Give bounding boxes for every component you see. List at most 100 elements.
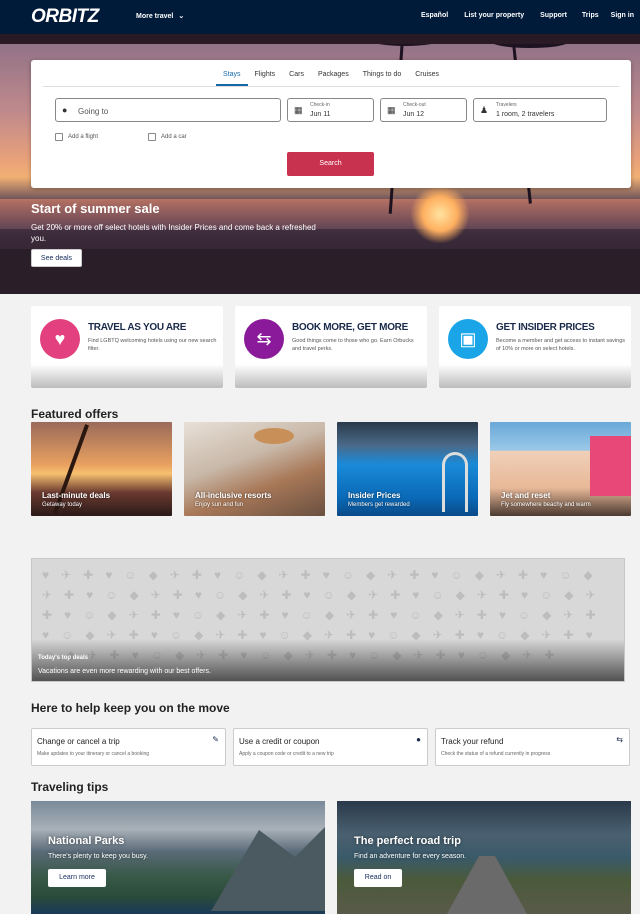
tab-cars[interactable]: Cars bbox=[282, 71, 311, 86]
offer-subtitle: Members get rewarded bbox=[348, 502, 410, 508]
offer-title: Insider Prices bbox=[348, 491, 401, 500]
tab-stays[interactable]: Stays bbox=[216, 71, 248, 86]
tip-title: National Parks bbox=[48, 835, 125, 847]
suitcase-heart-icon: ♥ bbox=[40, 319, 80, 359]
calendar-icon: ▦ bbox=[294, 105, 303, 115]
pencil-icon: ✎ bbox=[212, 735, 219, 744]
read-on-button[interactable]: Read on bbox=[354, 869, 402, 887]
tile-fade bbox=[235, 364, 427, 388]
chevron-down-icon: ⌄ bbox=[178, 13, 185, 20]
add-car-label: Add a car bbox=[161, 134, 187, 140]
learn-more-button[interactable]: Learn more bbox=[48, 869, 106, 887]
offer-title: All-inclusive resorts bbox=[195, 491, 272, 500]
refund-icon: ⇆ bbox=[616, 735, 623, 744]
hat-shape bbox=[254, 428, 294, 444]
orbucks-icon: ⇆ bbox=[244, 319, 284, 359]
top-deals-banner[interactable]: ♥✈✚♥☺◆✈✚♥☺◆✈✚♥☺◆✈✚♥☺◆✈✚♥☺◆✈✚♥☺◆✈✚♥☺◆✈✚♥☺… bbox=[31, 558, 625, 682]
tips-heading: Traveling tips bbox=[31, 780, 109, 794]
palm-canopy bbox=[0, 34, 640, 44]
travelers-label: Travelers bbox=[496, 102, 517, 108]
offer-subtitle: Enjoy sun and fun bbox=[195, 502, 244, 508]
header-nav: Español List your property Support Trips… bbox=[421, 12, 634, 19]
tip-text: There's plenty to keep you busy. bbox=[48, 853, 149, 860]
featured-offers-heading: Featured offers bbox=[31, 407, 119, 421]
tip-card-national-parks[interactable]: National Parks There's plenty to keep yo… bbox=[31, 801, 325, 914]
help-card-title: Track your refund bbox=[441, 737, 504, 746]
help-card-text: Check the status of a refund currently i… bbox=[441, 751, 551, 757]
tabs-divider bbox=[43, 86, 619, 87]
offer-title: Last-minute deals bbox=[42, 491, 111, 500]
top-nav-bar: ORBITZ More travel ⌄ Español List your pr… bbox=[0, 0, 640, 34]
checkin-field[interactable]: ▦ Check-in Jun 11 bbox=[287, 98, 374, 122]
top-deals-text: Vacations are even more rewarding with o… bbox=[38, 668, 211, 675]
banner-fade bbox=[32, 639, 624, 681]
search-button[interactable]: Search bbox=[287, 152, 374, 176]
add-flight-checkbox[interactable]: Add a flight bbox=[55, 133, 98, 141]
offer-subtitle: Fly somewhere beachy and warm bbox=[501, 502, 591, 508]
tip-card-road-trip[interactable]: The perfect road trip Find an adventure … bbox=[337, 801, 631, 914]
more-travel-menu[interactable]: More travel ⌄ bbox=[136, 12, 184, 20]
tile-fade bbox=[439, 364, 631, 388]
help-card-title: Change or cancel a trip bbox=[37, 737, 120, 746]
track-refund-card[interactable]: Track your refund Check the status of a … bbox=[435, 728, 630, 766]
feature-tile-travel-as-you-are[interactable]: ♥ TRAVEL AS YOU ARE Find LGBTQ welcoming… bbox=[31, 306, 223, 388]
travelers-value: 1 room, 2 travelers bbox=[496, 111, 555, 118]
language-link[interactable]: Español bbox=[421, 12, 448, 19]
checkbox-box bbox=[148, 133, 156, 141]
help-heading: Here to help keep you on the move bbox=[31, 701, 230, 715]
mountain-shape bbox=[211, 821, 325, 911]
coupon-icon: ● bbox=[416, 735, 421, 744]
orbitz-logo[interactable]: ORBITZ bbox=[31, 6, 99, 28]
top-deals-title: Today's top deals bbox=[38, 655, 88, 661]
help-card-title: Use a credit or coupon bbox=[239, 737, 320, 746]
checkbox-box bbox=[55, 133, 63, 141]
credit-coupon-card[interactable]: Use a credit or coupon Apply a coupon co… bbox=[233, 728, 428, 766]
add-car-checkbox[interactable]: Add a car bbox=[148, 133, 187, 141]
going-to-placeholder: Going to bbox=[78, 107, 109, 116]
tab-flights[interactable]: Flights bbox=[248, 71, 283, 86]
tip-title: The perfect road trip bbox=[354, 835, 461, 847]
see-deals-button[interactable]: See deals bbox=[31, 249, 82, 267]
feature-title: GET INSIDER PRICES bbox=[496, 322, 595, 333]
pink-wall bbox=[590, 436, 631, 496]
checkin-label: Check-in bbox=[310, 102, 330, 108]
promo-text: Get 20% or more off select hotels with I… bbox=[31, 223, 316, 243]
offer-last-minute-deals[interactable]: Last-minute deals Getaway today bbox=[31, 422, 172, 516]
tab-things-to-do[interactable]: Things to do bbox=[356, 71, 409, 86]
feature-title: TRAVEL AS YOU ARE bbox=[88, 322, 187, 333]
travelers-field[interactable]: ♟ Travelers 1 room, 2 travelers bbox=[473, 98, 607, 122]
feature-tile-insider-prices[interactable]: ▣ GET INSIDER PRICES Become a member and… bbox=[439, 306, 631, 388]
feature-text: Find LGBTQ welcoming hotels using our ne… bbox=[88, 338, 217, 352]
offer-insider-prices[interactable]: Insider Prices Members get rewarded bbox=[337, 422, 478, 516]
feature-text: Good things come to those who go. Earn O… bbox=[292, 338, 414, 352]
list-property-link[interactable]: List your property bbox=[464, 12, 524, 19]
offer-jet-and-reset[interactable]: Jet and reset Fly somewhere beachy and w… bbox=[490, 422, 631, 516]
feature-text: Become a member and get access to instan… bbox=[496, 338, 626, 352]
feature-title: BOOK MORE, GET MORE bbox=[292, 322, 408, 333]
checkout-field[interactable]: ▦ Check-out Jun 12 bbox=[380, 98, 467, 122]
sign-in-link[interactable]: Sign in bbox=[611, 12, 634, 19]
checkout-label: Check-out bbox=[403, 102, 426, 108]
going-to-input[interactable]: ● Going to bbox=[55, 98, 281, 122]
offer-title: Jet and reset bbox=[501, 491, 551, 500]
tip-text: Find an adventure for every season. bbox=[354, 853, 467, 860]
search-tabs: Stays Flights Cars Packages Things to do… bbox=[31, 71, 631, 86]
checkin-value: Jun 11 bbox=[310, 111, 331, 118]
location-pin-icon: ● bbox=[62, 105, 68, 115]
tab-cruises[interactable]: Cruises bbox=[408, 71, 446, 86]
hero-sun bbox=[410, 184, 470, 244]
more-travel-label: More travel bbox=[136, 13, 174, 20]
support-link[interactable]: Support bbox=[540, 12, 567, 19]
feature-tile-book-more[interactable]: ⇆ BOOK MORE, GET MORE Good things come t… bbox=[235, 306, 427, 388]
paddle-silhouette bbox=[53, 424, 89, 514]
calendar-icon: ▦ bbox=[387, 105, 396, 115]
trips-link[interactable]: Trips bbox=[582, 12, 599, 19]
road-shape bbox=[447, 856, 527, 914]
help-card-text: Apply a coupon code or credit to a new t… bbox=[239, 751, 334, 757]
offer-all-inclusive-resorts[interactable]: All-inclusive resorts Enjoy sun and fun bbox=[184, 422, 325, 516]
change-cancel-trip-card[interactable]: Change or cancel a trip Make updates to … bbox=[31, 728, 226, 766]
tile-fade bbox=[31, 364, 223, 388]
tab-packages[interactable]: Packages bbox=[311, 71, 356, 86]
offer-subtitle: Getaway today bbox=[42, 502, 83, 508]
person-icon: ♟ bbox=[480, 105, 489, 115]
